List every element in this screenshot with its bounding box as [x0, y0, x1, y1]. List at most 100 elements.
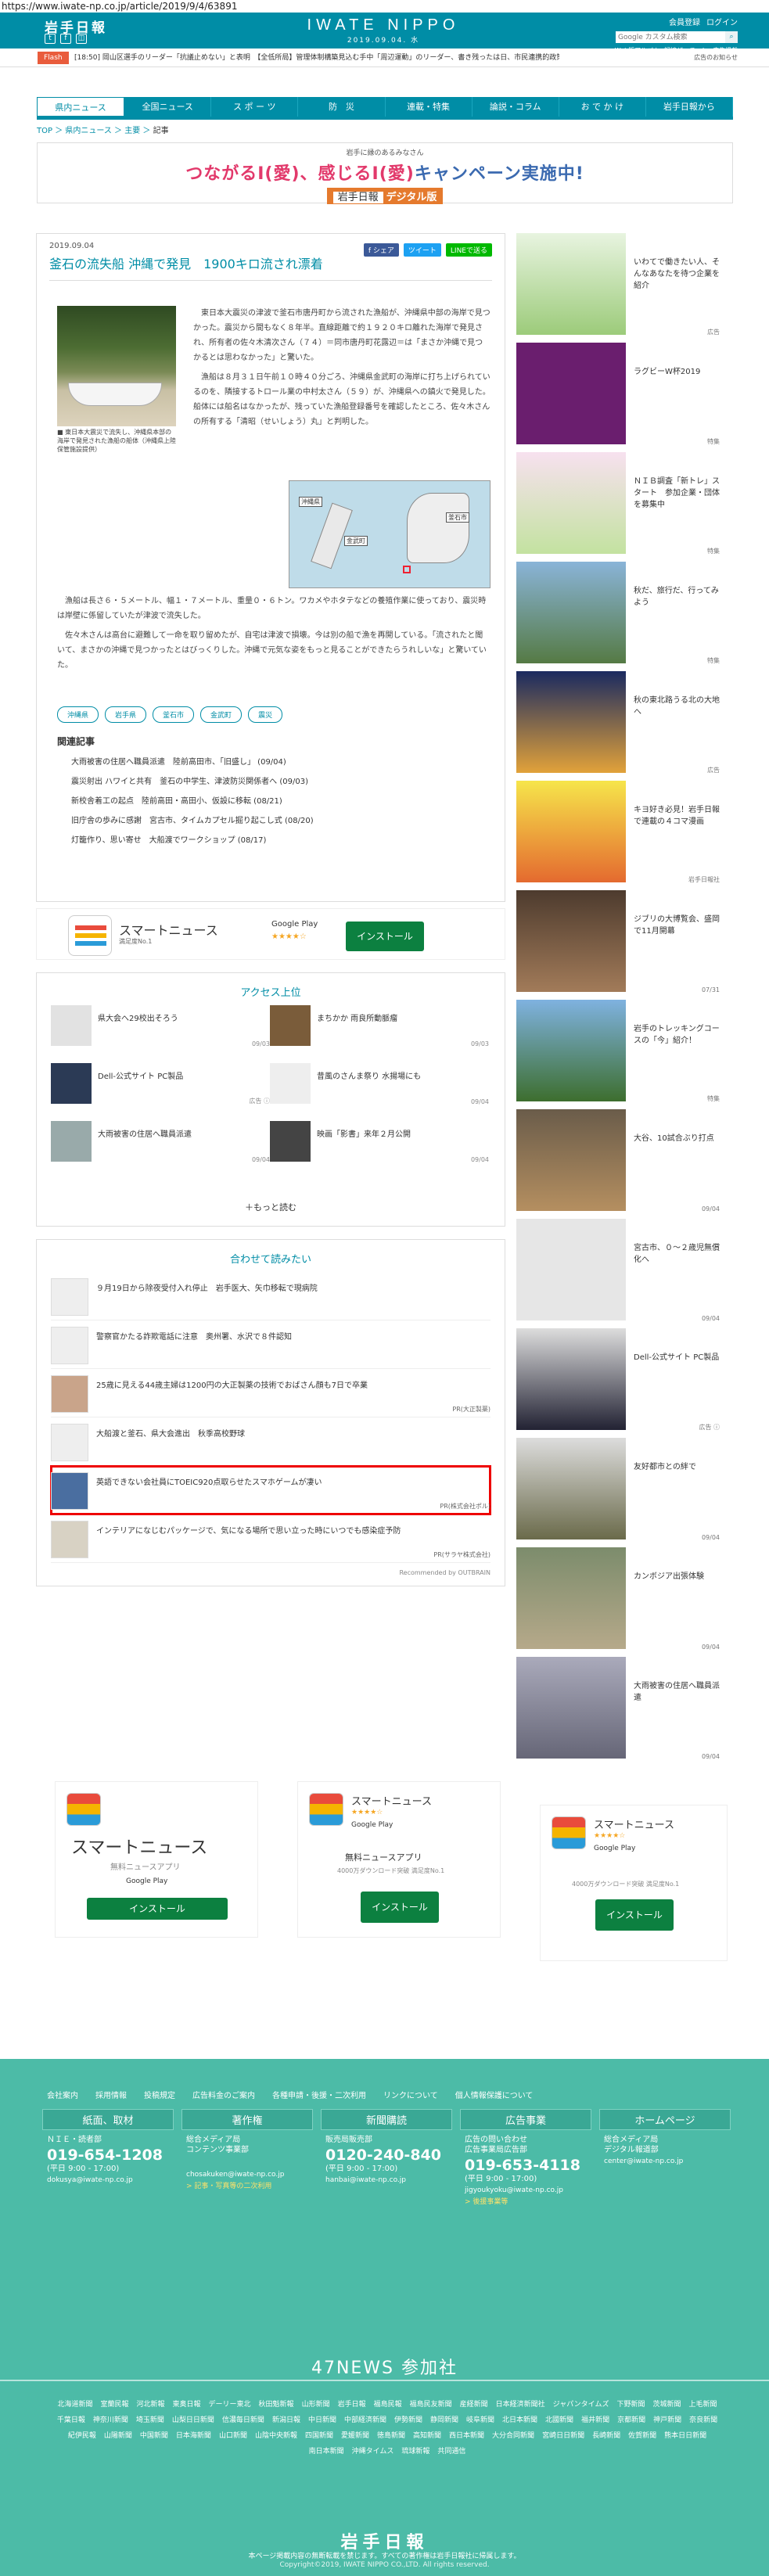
nav-national[interactable]: 全国ニュース [124, 97, 212, 117]
partner-paper-link[interactable]: 山口新聞 [219, 2432, 247, 2440]
install-button[interactable]: インストール [346, 922, 424, 951]
ranking-item[interactable]: 県大会へ29校出そろう 09/03 [51, 1005, 270, 1047]
partner-paper-link[interactable]: 秋田魁新報 [259, 2401, 294, 2409]
side-item[interactable]: ラグビーW杯2019 特集 [516, 343, 728, 452]
related-item[interactable]: 大雨被害の住居へ職員派遣 陸前高田市、「旧盛し」 (09/04) [57, 753, 491, 772]
partner-paper-link[interactable]: 産経新聞 [460, 2401, 488, 2409]
partner-paper-link[interactable]: 伊勢新聞 [394, 2416, 422, 2424]
partner-paper-link[interactable]: 沖縄タイムス [352, 2448, 394, 2456]
partner-paper-link[interactable]: 下野新聞 [616, 2401, 645, 2409]
footer-link[interactable]: 各種申請・後援・二次利用 [272, 2089, 366, 2100]
partner-paper-link[interactable]: 室蘭民報 [100, 2401, 128, 2409]
phone-number[interactable]: 0120-240-840 [321, 2147, 452, 2164]
tag-iwate[interactable]: 岩手県 [105, 706, 147, 723]
side-item[interactable]: 岩手のトレッキングコースの「今」紹介！ 特集 [516, 1000, 728, 1109]
partner-paper-link[interactable]: 山形新聞 [302, 2401, 330, 2409]
partner-paper-link[interactable]: デーリー東北 [209, 2401, 251, 2409]
campaign-banner[interactable]: 岩手に縁のあるみなさん つながるI(愛)、感じるI(愛)キャンペーン実施中! 岩… [37, 142, 733, 204]
facebook-icon[interactable]: f [60, 34, 71, 44]
side-item[interactable]: 大谷、10試合ぶり打点 09/04 [516, 1109, 728, 1219]
partner-paper-link[interactable]: ジャパンタイムズ [553, 2401, 609, 2409]
partner-paper-link[interactable]: 奈良新聞 [689, 2416, 717, 2424]
partner-paper-link[interactable]: 埼玉新聞 [136, 2416, 164, 2424]
facebook-share-button[interactable]: f シェア [363, 243, 399, 257]
partner-paper-link[interactable]: 北日本新聞 [502, 2416, 537, 2424]
tag-disaster[interactable]: 震災 [248, 706, 283, 723]
partner-paper-link[interactable]: 北國新聞 [545, 2416, 573, 2424]
related-item[interactable]: 新校舎着工の起点 陸前高田・高田小、仮設に移転 (08/21) [57, 792, 491, 811]
side-item[interactable]: ジブリの大博覧会、盛岡で11月開幕 07/31 [516, 890, 728, 1000]
more-link[interactable]: ＋もっと読む [37, 1193, 505, 1226]
nav-prefecture[interactable]: 県内ニュース [37, 97, 125, 117]
partner-paper-link[interactable]: 北海道新聞 [57, 2401, 92, 2409]
email-link[interactable]: hanbai@iwate-np.co.jp [321, 2176, 452, 2184]
partner-paper-link[interactable]: 日本海新聞 [176, 2432, 211, 2440]
recommend-item[interactable]: 警察官かたる詐欺電話に注意 奥州署、水沢で８件認知 [51, 1320, 491, 1369]
tweet-button[interactable]: ツイート [403, 243, 441, 257]
related-item[interactable]: 震災射出 ハワイと共有 釜石の中学生、津波防災関係者へ (09/03) [57, 772, 491, 792]
side-item[interactable]: 宮古市、０～２歳児無償化へ 09/04 [516, 1219, 728, 1328]
rss-icon[interactable]: ◫ [76, 34, 87, 44]
ranking-item[interactable]: Dell-公式サイト PC製品 広告 ⓘ [51, 1063, 270, 1105]
partner-paper-link[interactable]: 大分合同新聞 [492, 2432, 534, 2440]
partner-paper-link[interactable]: 福島民報 [374, 2401, 402, 2409]
recommend-item[interactable]: インテリアになじむパッケージで、気になる場所で思い立った時にいつでも感染症予防 P… [51, 1514, 491, 1563]
nav-from-iwate[interactable]: 岩手日報から [646, 97, 733, 117]
partner-paper-link[interactable]: 四国新聞 [305, 2432, 333, 2440]
ranking-item[interactable]: 昔風のさんま祭り 水揚場にも 09/04 [270, 1063, 489, 1105]
partner-paper-link[interactable]: 静岡新聞 [430, 2416, 458, 2424]
phone-number[interactable]: 019-653-4118 [460, 2157, 591, 2174]
nav-disaster[interactable]: 防 災 [298, 97, 386, 117]
outbrain-credit[interactable]: Recommended by OUTBRAIN [37, 1563, 505, 1586]
recommend-item-highlighted[interactable]: 英語できない会社員にTOEIC920点取らせたスマホゲームが凄い PR(株式会社ポ… [50, 1465, 491, 1515]
smartnews-ad-b[interactable]: スマートニュース ★★★★☆ Google Play 無料ニュースアプリ 400… [297, 1781, 501, 1938]
partner-paper-link[interactable]: 宮崎日日新聞 [542, 2432, 584, 2440]
install-button[interactable]: インストール [361, 1892, 439, 1923]
email-link[interactable]: dokusya@iwate-np.co.jp [42, 2176, 174, 2184]
partner-paper-link[interactable]: 岩手日報 [338, 2401, 366, 2409]
side-item[interactable]: 秋だ、旅行だ、行ってみよう 特集 [516, 562, 728, 671]
partner-paper-link[interactable]: 高知新聞 [413, 2432, 441, 2440]
ranking-item[interactable]: 映画「影書」来年２月公開 09/04 [270, 1121, 489, 1163]
install-button[interactable]: インストール [595, 1899, 674, 1931]
tag-kin[interactable]: 金武町 [200, 706, 243, 723]
footer-link[interactable]: 広告料金のご案内 [192, 2089, 255, 2100]
tag-okinawa[interactable]: 沖縄県 [57, 706, 99, 723]
email-link[interactable]: center@iwate-np.co.jp [599, 2157, 731, 2165]
smartnews-ad-c[interactable]: スマートニュース ★★★★☆ Google Play 4000万ダウンロード突破… [540, 1805, 728, 1961]
partner-paper-link[interactable]: 長崎新聞 [592, 2432, 620, 2440]
ranking-item[interactable]: 大雨被害の住居へ職員派遣 09/04 [51, 1121, 270, 1163]
side-item[interactable]: いわてで働きたい人、そんなあなたを待つ企業を紹介 広告 [516, 233, 728, 343]
address-bar[interactable]: https://www.iwate-np.co.jp/article/2019/… [0, 0, 769, 13]
search-icon[interactable]: ⌕ [725, 31, 738, 43]
smartnews-ad-a[interactable]: スマートニュース 無料ニュースアプリ Google Play インストール [55, 1781, 258, 1938]
partner-paper-link[interactable]: 南日本新聞 [309, 2448, 344, 2456]
email-link[interactable]: jigyoukyoku@iwate-np.co.jp [460, 2186, 591, 2194]
partner-paper-link[interactable]: 中国新聞 [140, 2432, 168, 2440]
install-button[interactable]: インストール [87, 1898, 228, 1920]
partner-paper-link[interactable]: 琉球新報 [401, 2448, 429, 2456]
partner-paper-link[interactable]: 山陰中央新報 [255, 2432, 297, 2440]
side-item[interactable]: 大雨被害の住居へ職員派遣 09/04 [516, 1657, 728, 1766]
partner-paper-link[interactable]: 西日本新聞 [449, 2432, 484, 2440]
side-item[interactable]: キヨ好き必見！岩手日報で連載の４コマ漫画 岩手日報社 [516, 781, 728, 890]
brand-logo[interactable]: IWATE NIPPO 2019.09.04. 水 [297, 16, 469, 45]
footer-link[interactable]: リンクについて [383, 2089, 438, 2100]
related-item[interactable]: 灯籠作り、思い寄せ 大船渡でワークショップ (08/17) [57, 831, 491, 850]
partner-paper-link[interactable]: 京都新聞 [617, 2416, 645, 2424]
partner-paper-link[interactable]: 河北新報 [137, 2401, 165, 2409]
recommend-item[interactable]: ９月19日から除夜受付入れ停止 岩手医大、矢巾移転で現病院 [51, 1272, 491, 1320]
partner-paper-link[interactable]: 福井新聞 [581, 2416, 609, 2424]
partner-paper-link[interactable]: 日本経済新聞社 [496, 2401, 545, 2409]
location-map[interactable]: 沖縄県 金武町 釜石市 [289, 480, 491, 588]
footer-link[interactable]: 採用情報 [95, 2089, 127, 2100]
related-item[interactable]: 旧庁舎の歩みに感謝 宮古市、タイムカプセル掘り起こし式 (08/20) [57, 811, 491, 831]
nav-series[interactable]: 連載・特集 [386, 97, 473, 117]
partner-paper-link[interactable]: 東奥日報 [173, 2401, 201, 2409]
sponsorship-link[interactable]: > 後援事業等 [460, 2196, 591, 2206]
line-share-button[interactable]: LINEで送る [445, 243, 492, 257]
partner-paper-link[interactable]: 佐賀新聞 [628, 2432, 656, 2440]
partner-paper-link[interactable]: 共同通信 [437, 2448, 465, 2456]
partner-paper-link[interactable]: 岐阜新聞 [466, 2416, 494, 2424]
login-link[interactable]: ログイン [706, 16, 738, 27]
